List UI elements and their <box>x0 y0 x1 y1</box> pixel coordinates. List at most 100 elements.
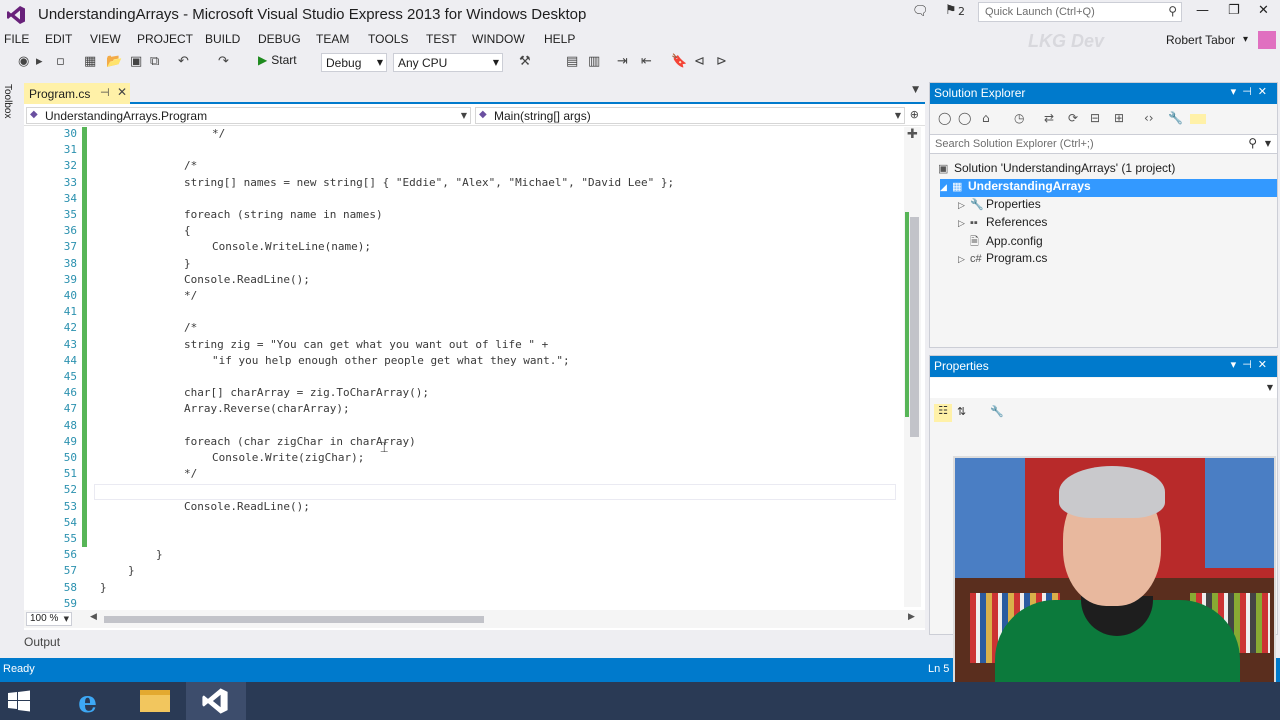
code-line[interactable]: /* <box>184 159 197 172</box>
menu-test[interactable]: TEST <box>426 32 457 46</box>
code-line[interactable]: { <box>184 224 191 237</box>
show-all-files-icon[interactable]: ⊞ <box>1114 111 1124 125</box>
undo-icon[interactable]: ↶ <box>178 54 189 69</box>
start-debugging-button[interactable]: ▶ Start <box>258 53 297 67</box>
code-line[interactable]: char[] charArray = zig.ToCharArray(); <box>184 386 429 399</box>
categorized-icon[interactable]: ☷ <box>934 404 952 422</box>
tab-output[interactable]: Output <box>24 635 60 649</box>
uncomment-icon[interactable]: ▥ <box>588 54 600 69</box>
zoom-select[interactable]: 100 % ▼ <box>26 612 72 626</box>
collapse-all-icon[interactable]: ⊟ <box>1090 111 1100 125</box>
quick-launch-input[interactable]: Quick Launch (Ctrl+Q) ⚲ <box>978 2 1182 22</box>
code-line[interactable]: */ <box>184 289 197 302</box>
properties-wrench-icon[interactable]: 🔧 <box>1168 111 1183 125</box>
tree-item-properties[interactable]: ▷ 🔧 Properties <box>958 197 1041 215</box>
code-line[interactable]: */ <box>212 127 225 140</box>
menu-debug[interactable]: DEBUG <box>258 32 301 46</box>
code-line[interactable]: string[] names = new string[] { "Eddie",… <box>184 176 674 189</box>
refresh-icon[interactable]: ⟳ <box>1068 111 1078 125</box>
code-line[interactable]: foreach (string name in names) <box>184 208 383 221</box>
code-line[interactable]: Console.ReadLine(); <box>184 500 310 513</box>
save-all-icon[interactable]: ⧉ <box>150 54 159 69</box>
internet-explorer-button[interactable]: e <box>64 682 120 720</box>
code-line[interactable]: string zig = "You can get what you want … <box>184 338 548 351</box>
code-line[interactable]: Console.ReadLine(); <box>184 273 310 286</box>
code-line[interactable]: */ <box>184 467 197 480</box>
code-line[interactable]: Array.Reverse(charArray); <box>184 402 350 415</box>
restore-icon[interactable]: ❐ <box>1228 3 1240 18</box>
new-item-icon[interactable]: ▦ <box>84 54 96 69</box>
split-window-icon[interactable]: ⊕ <box>910 108 919 121</box>
toolbox-tab[interactable]: Toolbox <box>2 84 13 118</box>
expanded-arrow-icon[interactable]: ◢ <box>940 182 952 193</box>
solution-configuration-select[interactable]: Debug ▼ <box>321 53 387 72</box>
code-line[interactable]: } <box>184 257 191 270</box>
pin-icon[interactable]: ⊣ <box>100 86 110 99</box>
alphabetical-icon[interactable]: ⇅ <box>957 405 966 418</box>
bookmark-prev-icon[interactable]: ⊲ <box>694 54 705 69</box>
tree-item-references[interactable]: ▷ ▪▪ References <box>958 215 1047 233</box>
notifications-icon[interactable]: 🗨 <box>912 4 929 19</box>
tree-project[interactable]: ◢ ▦ UnderstandingArrays <box>940 179 1277 197</box>
outdent-icon[interactable]: ⇤ <box>641 54 652 69</box>
back-icon[interactable]: ◯ <box>938 111 951 125</box>
tree-item-app-config[interactable]: 🗎 App.config <box>970 233 1043 251</box>
save-icon[interactable]: ▣ <box>130 54 142 69</box>
start-button[interactable] <box>0 682 40 720</box>
find-icon[interactable]: ⚒ <box>519 54 531 69</box>
tree-solution[interactable]: ▣ Solution 'UnderstandingArrays' (1 proje… <box>938 161 1175 179</box>
horizontal-scrollbar[interactable]: 100 % ▼ ◀ ▶ <box>24 610 925 628</box>
bookmark-next-icon[interactable]: ⊳ <box>716 54 727 69</box>
home-icon[interactable]: ⌂ <box>982 111 990 125</box>
bookmark-icon[interactable]: 🔖 <box>671 54 687 69</box>
indent-icon[interactable]: ⇥ <box>617 54 628 69</box>
new-project-icon[interactable]: ▫ <box>56 54 65 69</box>
comment-icon[interactable]: ▤ <box>566 54 578 69</box>
member-select[interactable]: ◆ Main(string[] args) ▼ <box>475 107 905 124</box>
menu-file[interactable]: FILE <box>4 32 29 46</box>
property-pages-icon[interactable]: 🔧 <box>990 405 1004 418</box>
split-icon[interactable]: ✚ <box>907 127 918 142</box>
code-line[interactable]: } <box>128 564 135 577</box>
chevron-down-icon[interactable]: ▼ <box>1265 139 1271 148</box>
scroll-left-icon[interactable]: ◀ <box>90 612 97 622</box>
menu-view[interactable]: VIEW <box>90 32 121 46</box>
menu-help[interactable]: HELP <box>544 32 575 46</box>
collapsed-arrow-icon[interactable]: ▷ <box>958 218 970 229</box>
file-explorer-button[interactable] <box>126 682 182 720</box>
preview-icon[interactable] <box>1190 114 1206 124</box>
code-area[interactable]: 30 31 32 33 34 35 36 37 38 39 40 41 42 43 44 45 46 47 48 49… <box>24 127 925 607</box>
chevron-down-icon[interactable]: ▼ <box>912 85 919 95</box>
solution-search-input[interactable]: Search Solution Explorer (Ctrl+;) ⚲ ▼ <box>930 134 1277 154</box>
visual-studio-taskbar-button[interactable] <box>186 682 246 720</box>
tab-program-cs[interactable]: Program.cs ⊣ ✕ <box>24 83 130 104</box>
code-line[interactable]: /* <box>184 321 197 334</box>
object-select[interactable]: ▼ <box>930 378 1277 398</box>
menu-build[interactable]: BUILD <box>205 32 240 46</box>
close-icon[interactable]: ✕ <box>117 85 127 99</box>
avatar[interactable] <box>1258 31 1276 49</box>
panel-window-icons[interactable]: ▾⊣✕ <box>1231 358 1273 371</box>
code-line[interactable]: } <box>100 581 107 594</box>
chevron-down-icon[interactable]: ▾ <box>1243 34 1248 45</box>
menu-window[interactable]: WINDOW <box>472 32 525 46</box>
code-line[interactable]: "if you help enough other people get wha… <box>212 354 570 367</box>
open-file-icon[interactable]: 📂 <box>106 54 122 69</box>
redo-icon[interactable]: ↷ <box>218 54 229 69</box>
collapsed-arrow-icon[interactable]: ▷ <box>958 200 970 211</box>
collapsed-arrow-icon[interactable]: ▷ <box>958 254 970 265</box>
navigate-forward-icon[interactable]: ▸ <box>36 54 43 69</box>
navigate-back-icon[interactable]: ◉ <box>18 54 29 69</box>
code-line[interactable]: } <box>156 548 163 561</box>
solution-platform-select[interactable]: Any CPU ▼ <box>393 53 503 72</box>
menu-edit[interactable]: EDIT <box>45 32 72 46</box>
tree-item-program-cs[interactable]: ▷ c# Program.cs <box>958 251 1047 269</box>
vertical-scrollbar[interactable]: ✚ <box>904 127 921 607</box>
minimize-icon[interactable]: — <box>1196 3 1209 18</box>
close-icon[interactable]: ✕ <box>1258 3 1269 18</box>
forward-icon[interactable]: ◯ <box>958 111 971 125</box>
scroll-thumb[interactable] <box>910 217 919 437</box>
menu-team[interactable]: TEAM <box>316 32 349 46</box>
user-name[interactable]: Robert Tabor <box>1166 33 1235 47</box>
code-line[interactable]: Console.Write(zigChar); <box>212 451 364 464</box>
